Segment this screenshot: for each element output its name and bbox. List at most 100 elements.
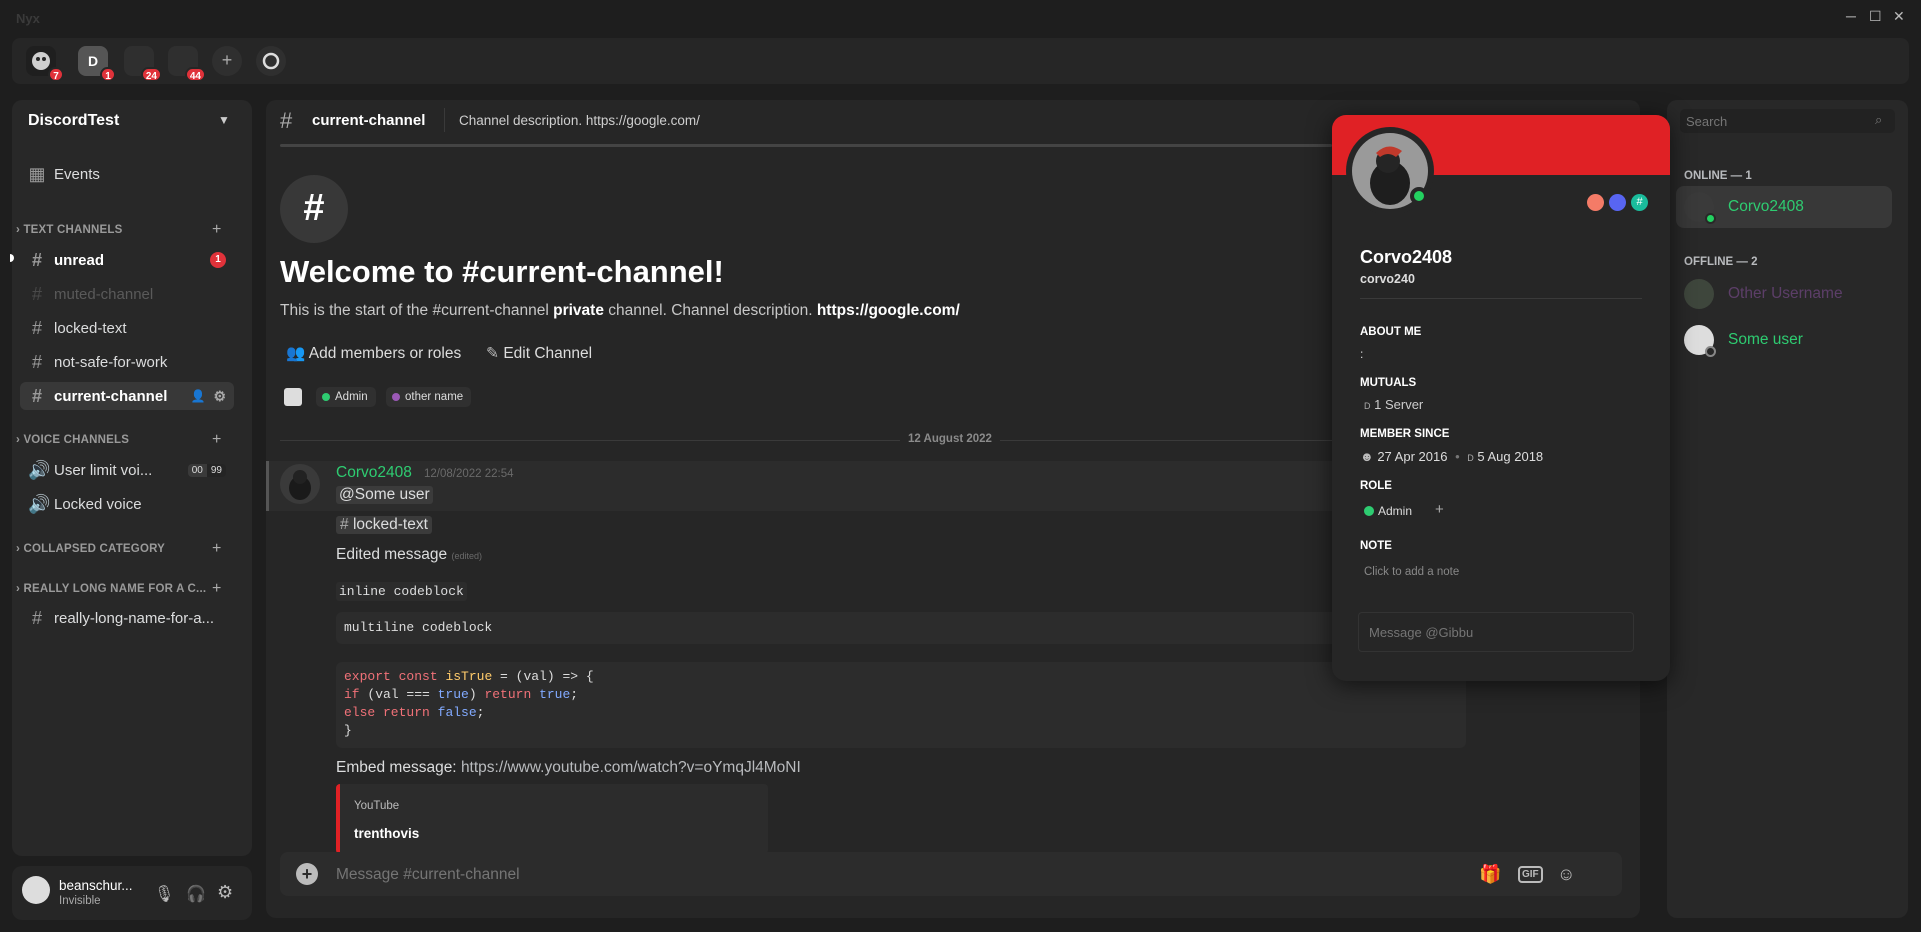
add-channel-icon[interactable]: + <box>212 221 221 239</box>
unread-badge: 1 <box>210 252 226 268</box>
gift-icon[interactable]: 🎁 <box>1479 864 1501 885</box>
search-icon: ⌕ <box>1875 112 1883 127</box>
sticker-icon[interactable]: ☺ <box>1557 864 1575 885</box>
date-divider: 12 August 2022 <box>900 433 1000 445</box>
locked-hash-icon: # <box>31 385 42 406</box>
user-mention[interactable]: @Some user <box>336 486 433 504</box>
channel-current[interactable]: # current-channel 👤 ⚙ <box>20 382 234 410</box>
code-literal: true <box>539 687 571 702</box>
channel-mention[interactable]: # locked-text <box>336 516 432 534</box>
avatar[interactable] <box>22 876 50 904</box>
message-input[interactable] <box>336 862 1456 888</box>
guild-name[interactable]: DiscordTest <box>28 112 119 130</box>
mute-icon[interactable]: 🎙 <box>154 884 174 904</box>
role-pill[interactable]: Admin <box>316 387 376 407</box>
category-long-name[interactable]: › REALLY LONG NAME FOR A C... <box>16 583 206 595</box>
since-discord: 27 Apr 2016 <box>1377 449 1448 464</box>
avatar <box>1684 192 1716 224</box>
add-role-icon[interactable]: + <box>1435 501 1444 518</box>
profile-divider <box>1360 298 1642 299</box>
gear-icon[interactable]: ⚙ <box>213 388 226 405</box>
nsfw-hash-icon: # <box>31 351 42 372</box>
channel-description[interactable]: Channel description. https://google.com/ <box>459 113 700 128</box>
member-item[interactable]: Other Username <box>1676 273 1892 315</box>
app-title: Nyx <box>16 11 40 26</box>
channel-nsfw[interactable]: # not-safe-for-work <box>20 348 234 376</box>
maximize-button[interactable]: ☐ <box>1869 8 1882 25</box>
close-button[interactable]: ✕ <box>1893 8 1905 25</box>
server-icon[interactable]: 44 <box>168 46 206 82</box>
welcome-bold: private <box>553 302 604 319</box>
add-server-icon[interactable]: + <box>212 46 242 76</box>
channel-muted[interactable]: # muted-channel <box>20 280 234 308</box>
role-pill[interactable]: other name <box>386 387 472 407</box>
home-server-icon[interactable]: 7 <box>26 46 64 82</box>
explore-servers-icon[interactable] <box>256 46 286 76</box>
search-input[interactable] <box>1680 109 1895 133</box>
online-status-dot <box>1410 187 1428 205</box>
server-icon: D <box>1467 453 1474 463</box>
message-text: Embed message: <box>336 759 457 776</box>
server-badge: 24 <box>140 67 162 82</box>
badge-icon[interactable] <box>1587 194 1604 211</box>
channel-label: muted-channel <box>54 285 154 303</box>
category-collapsed[interactable]: › COLLAPSED CATEGORY <box>16 543 165 555</box>
role-label: ROLE <box>1360 480 1392 492</box>
headphones-icon[interactable]: 🎧 <box>186 884 206 904</box>
member-item[interactable]: Corvo2408 <box>1676 186 1892 228</box>
chevron-down-icon[interactable]: ▼ <box>218 113 230 127</box>
add-members-button[interactable]: 👥 Add members or roles <box>286 344 461 363</box>
events-item[interactable]: ▦ Events <box>20 160 234 188</box>
server-icon-discordtest[interactable]: D 1 <box>78 46 116 82</box>
hash-icon: # <box>340 516 349 533</box>
member-item[interactable]: Some user <box>1676 319 1892 361</box>
welcome-title: Welcome to #current-channel! <box>280 254 724 289</box>
invite-icon[interactable]: 👤 <box>190 389 205 403</box>
role-color-dot <box>392 393 400 401</box>
hash-icon: # <box>31 283 42 304</box>
code-literal: false <box>437 705 477 720</box>
channel-label: not-safe-for-work <box>54 353 168 371</box>
avatar[interactable] <box>280 464 320 504</box>
welcome-link[interactable]: https://google.com/ <box>817 302 960 319</box>
profile-popout: # Corvo2408 corvo240 ABOUT ME : MUTUALS … <box>1332 115 1670 681</box>
channel-locked-text[interactable]: # locked-text <box>20 314 234 342</box>
badge-icon[interactable]: # <box>1631 194 1648 211</box>
channel-long-name[interactable]: # really-long-name-for-a... <box>20 604 234 632</box>
channel-mention-label: locked-text <box>352 516 428 533</box>
add-members-label: Add members or roles <box>308 345 462 362</box>
user-status: Invisible <box>59 895 101 907</box>
embed-title[interactable]: trenthovis <box>354 826 419 841</box>
mutuals-row[interactable]: D 1 Server <box>1364 397 1423 412</box>
voice-channel-locked[interactable]: 🔊 Locked voice <box>20 490 234 518</box>
category-label: REALLY LONG NAME FOR A C... <box>23 583 207 595</box>
badge-icon[interactable] <box>1609 194 1626 211</box>
message-author[interactable]: Corvo2408 <box>336 464 412 482</box>
role-pill[interactable]: Admin <box>1364 504 1412 518</box>
username: beanschur... <box>59 878 133 893</box>
upload-icon[interactable]: + <box>296 863 318 885</box>
add-channel-icon[interactable]: + <box>212 580 221 598</box>
settings-icon[interactable]: ⚙ <box>217 882 233 903</box>
role-color-dot <box>1364 506 1374 516</box>
voice-channel-user-limit[interactable]: 🔊 User limit voi... 00 99 <box>20 456 234 484</box>
category-text-channels[interactable]: › TEXT CHANNELS <box>16 224 123 236</box>
note-input[interactable]: Click to add a note <box>1364 566 1459 578</box>
channel-unread[interactable]: # unread 1 <box>20 246 234 274</box>
channel-hash-icon: # <box>280 175 348 243</box>
add-channel-icon[interactable]: + <box>212 431 221 449</box>
locked-hash-icon: # <box>31 317 42 338</box>
category-voice-channels[interactable]: › VOICE CHANNELS <box>16 434 129 446</box>
profile-message-input[interactable] <box>1358 612 1634 652</box>
gif-button[interactable]: GIF <box>1518 866 1543 883</box>
edit-channel-button[interactable]: ✎ Edit Channel <box>486 344 592 363</box>
add-channel-icon[interactable]: + <box>212 540 221 558</box>
header-divider <box>444 108 445 132</box>
server-bar: 7 D 1 24 44 + <box>12 38 1909 84</box>
role-name: Admin <box>335 391 368 403</box>
minimize-button[interactable]: ─ <box>1846 8 1856 24</box>
embed-link[interactable]: https://www.youtube.com/watch?v=oYmqJl4M… <box>461 759 801 776</box>
online-header: ONLINE — 1 <box>1684 170 1752 182</box>
server-initial: D <box>87 53 99 69</box>
server-icon[interactable]: 24 <box>124 46 162 82</box>
